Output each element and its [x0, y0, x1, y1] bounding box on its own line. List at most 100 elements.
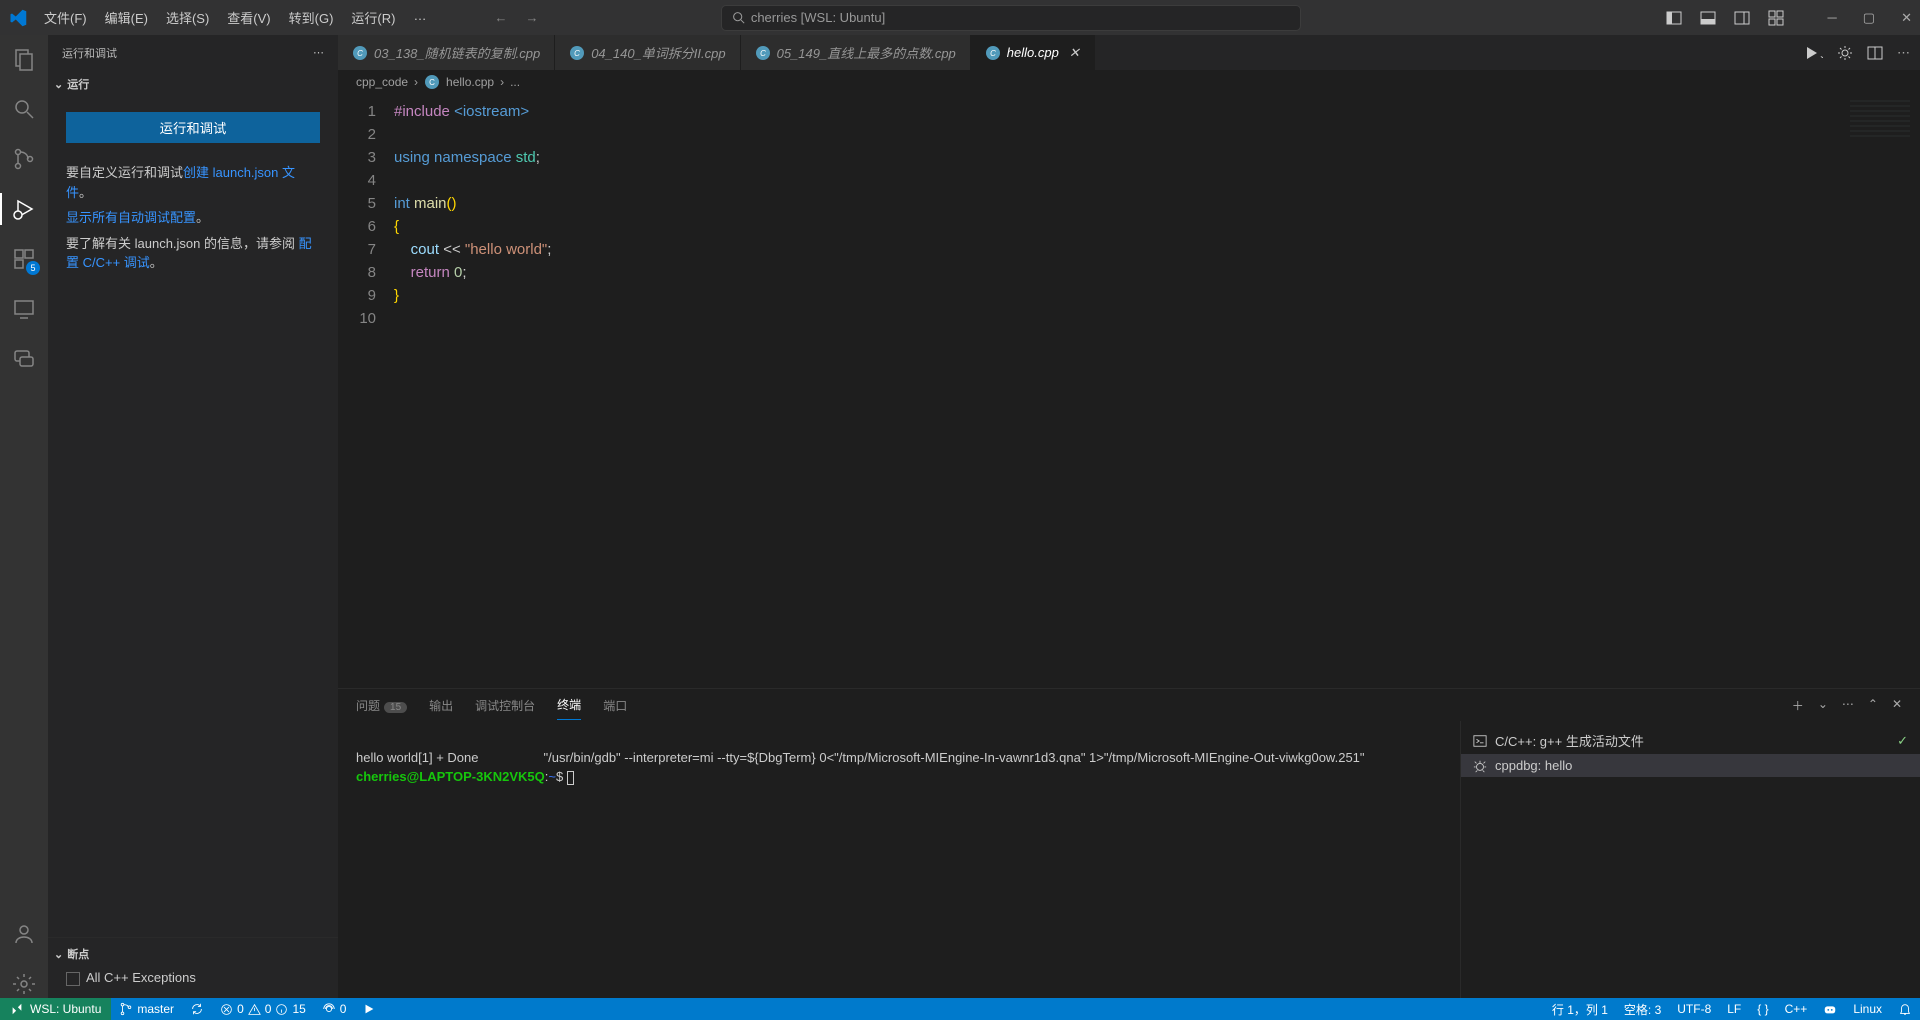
- run-section-label: 运行: [67, 76, 89, 92]
- code-content[interactable]: #include <iostream> using namespace std;…: [394, 94, 551, 688]
- layout-bottom-icon[interactable]: [1700, 10, 1716, 26]
- menu-file[interactable]: 文件(F): [36, 4, 95, 31]
- status-notifications[interactable]: [1890, 1001, 1920, 1018]
- tab-03-138[interactable]: C03_138_随机链表的复制.cpp: [338, 35, 555, 70]
- terminal-item-build[interactable]: C/C++: g++ 生成活动文件 ✓: [1461, 727, 1920, 754]
- terminal[interactable]: hello world[1] + Done "/usr/bin/gdb" --i…: [338, 721, 1460, 998]
- terminal-item-label: C/C++: g++ 生成活动文件: [1495, 731, 1644, 750]
- status-eol[interactable]: LF: [1719, 1001, 1749, 1018]
- breakpoints-header[interactable]: ⌄ 断点: [48, 944, 338, 964]
- menu-overflow[interactable]: …: [405, 4, 434, 31]
- close-tab-icon[interactable]: ✕: [1069, 45, 1080, 61]
- panel-tab-debug-console[interactable]: 调试控制台: [475, 691, 535, 720]
- activity-scm[interactable]: [10, 145, 38, 173]
- menu-bar: 文件(F) 编辑(E) 选择(S) 查看(V) 转到(G) 运行(R) …: [36, 4, 434, 31]
- panel-close-icon[interactable]: ✕: [1892, 697, 1902, 714]
- terminal-item-label: cppdbg: hello: [1495, 758, 1572, 773]
- status-cursor[interactable]: 行 1，列 1: [1544, 1001, 1616, 1018]
- panel-overflow-icon[interactable]: ⋯: [1842, 697, 1854, 714]
- panel-maximize-icon[interactable]: ⌃: [1868, 697, 1878, 714]
- menu-view[interactable]: 查看(V): [219, 4, 278, 31]
- panel-tab-problems[interactable]: 问题15: [356, 691, 407, 720]
- command-center[interactable]: cherries [WSL: Ubuntu]: [721, 5, 1301, 31]
- extensions-badge: 5: [26, 261, 40, 275]
- checkbox-icon[interactable]: [66, 972, 80, 986]
- breadcrumb[interactable]: cpp_code› C hello.cpp› ...: [338, 70, 1920, 94]
- svg-text:C: C: [760, 49, 766, 58]
- status-os[interactable]: Linux: [1845, 1001, 1890, 1018]
- new-terminal-icon[interactable]: ＋: [1792, 697, 1804, 714]
- sidebar-header: 运行和调试 ⋯: [48, 35, 338, 70]
- activity-search[interactable]: [10, 95, 38, 123]
- debug-config-icon[interactable]: [1837, 45, 1853, 61]
- nav-forward-icon[interactable]: →: [525, 10, 538, 25]
- status-problems[interactable]: 0 0 15: [212, 1002, 314, 1016]
- window-minimize-icon[interactable]: ─: [1828, 10, 1837, 26]
- activity-run-debug[interactable]: [10, 195, 38, 223]
- breadcrumb-file[interactable]: hello.cpp: [446, 75, 494, 89]
- menu-selection[interactable]: 选择(S): [158, 4, 217, 31]
- layout-right-icon[interactable]: [1734, 10, 1750, 26]
- breakpoint-item-label: All C++ Exceptions: [86, 970, 196, 985]
- vscode-logo: [8, 8, 28, 28]
- panel-tab-ports[interactable]: 端口: [603, 691, 627, 720]
- activity-remote-explorer[interactable]: [10, 295, 38, 323]
- sidebar: 运行和调试 ⋯ ⌄ 运行 运行和调试 要自定义运行和调试创建 launch.js…: [48, 35, 338, 998]
- svg-text:C: C: [357, 49, 363, 58]
- activity-account[interactable]: [10, 920, 38, 948]
- layout-customize-icon[interactable]: [1768, 10, 1784, 26]
- code-editor[interactable]: 12345678910 #include <iostream> using na…: [338, 94, 1920, 688]
- breakpoints-section: ⌄ 断点 All C++ Exceptions: [48, 937, 338, 998]
- more-icon[interactable]: ⋯: [313, 46, 324, 59]
- status-ports[interactable]: 0: [314, 1002, 355, 1016]
- split-editor-icon[interactable]: [1867, 45, 1883, 61]
- svg-text:C: C: [574, 49, 580, 58]
- panel-tab-output[interactable]: 输出: [429, 691, 453, 720]
- tab-05-149[interactable]: C05_149_直线上最多的点数.cpp: [741, 35, 971, 70]
- menu-edit[interactable]: 编辑(E): [97, 4, 156, 31]
- tab-actions: ⌄ ⋯: [1795, 35, 1920, 70]
- activity-chat[interactable]: [10, 345, 38, 373]
- nav-back-icon[interactable]: ←: [494, 10, 507, 25]
- debug-icon: [1473, 759, 1487, 773]
- nav-arrows: ← →: [494, 10, 538, 25]
- chevron-down-icon: ⌄: [54, 78, 63, 91]
- svg-text:C: C: [990, 49, 996, 58]
- run-debug-button[interactable]: 运行和调试: [66, 112, 320, 143]
- terminal-dropdown-icon[interactable]: ⌄: [1818, 697, 1828, 714]
- layout-left-icon[interactable]: [1666, 10, 1682, 26]
- terminal-item-cppdbg[interactable]: cppdbg: hello: [1461, 754, 1920, 777]
- activity-extensions[interactable]: 5: [10, 245, 38, 273]
- window-maximize-icon[interactable]: ▢: [1863, 10, 1875, 26]
- line-numbers: 12345678910: [338, 94, 394, 688]
- breadcrumb-folder[interactable]: cpp_code: [356, 75, 408, 89]
- window-close-icon[interactable]: ✕: [1901, 10, 1912, 26]
- status-branch[interactable]: master: [111, 1002, 182, 1016]
- status-braces[interactable]: { }: [1749, 1001, 1776, 1018]
- panel-tab-terminal[interactable]: 终端: [557, 690, 581, 720]
- run-file-icon[interactable]: ⌄: [1805, 45, 1823, 61]
- minimap[interactable]: [1850, 100, 1910, 140]
- status-indent[interactable]: 空格: 3: [1616, 1001, 1669, 1018]
- tab-04-140[interactable]: C04_140_单词拆分II.cpp: [555, 35, 740, 70]
- tab-hello[interactable]: Chello.cpp✕: [971, 35, 1095, 70]
- breadcrumb-more[interactable]: ...: [510, 75, 520, 89]
- status-copilot[interactable]: [1815, 1001, 1845, 1018]
- panel-tabs: 问题15 输出 调试控制台 终端 端口 ＋ ⌄ ⋯ ⌃ ✕: [338, 689, 1920, 721]
- status-encoding[interactable]: UTF-8: [1669, 1001, 1719, 1018]
- activity-settings[interactable]: [10, 970, 38, 998]
- menu-go[interactable]: 转到(G): [281, 4, 342, 31]
- show-auto-configs-link[interactable]: 显示所有自动调试配置: [66, 210, 196, 225]
- sidebar-title: 运行和调试: [62, 45, 117, 61]
- menu-run[interactable]: 运行(R): [343, 4, 403, 31]
- more-actions-icon[interactable]: ⋯: [1897, 45, 1910, 61]
- status-sync[interactable]: [182, 1002, 212, 1016]
- status-remote[interactable]: WSL: Ubuntu: [0, 998, 111, 1020]
- status-language[interactable]: C++: [1777, 1001, 1816, 1018]
- run-section-header[interactable]: ⌄ 运行: [48, 74, 338, 94]
- statusbar: WSL: Ubuntu master 0 0 15 0 行 1，列 1 空格: …: [0, 998, 1920, 1020]
- main: 5 运行和调试 ⋯ ⌄ 运行 运行和调试 要自定义运行和调试创建 launch.…: [0, 35, 1920, 998]
- status-debug-start[interactable]: [354, 1002, 384, 1016]
- activity-explorer[interactable]: [10, 45, 38, 73]
- breakpoint-item[interactable]: All C++ Exceptions: [48, 964, 338, 992]
